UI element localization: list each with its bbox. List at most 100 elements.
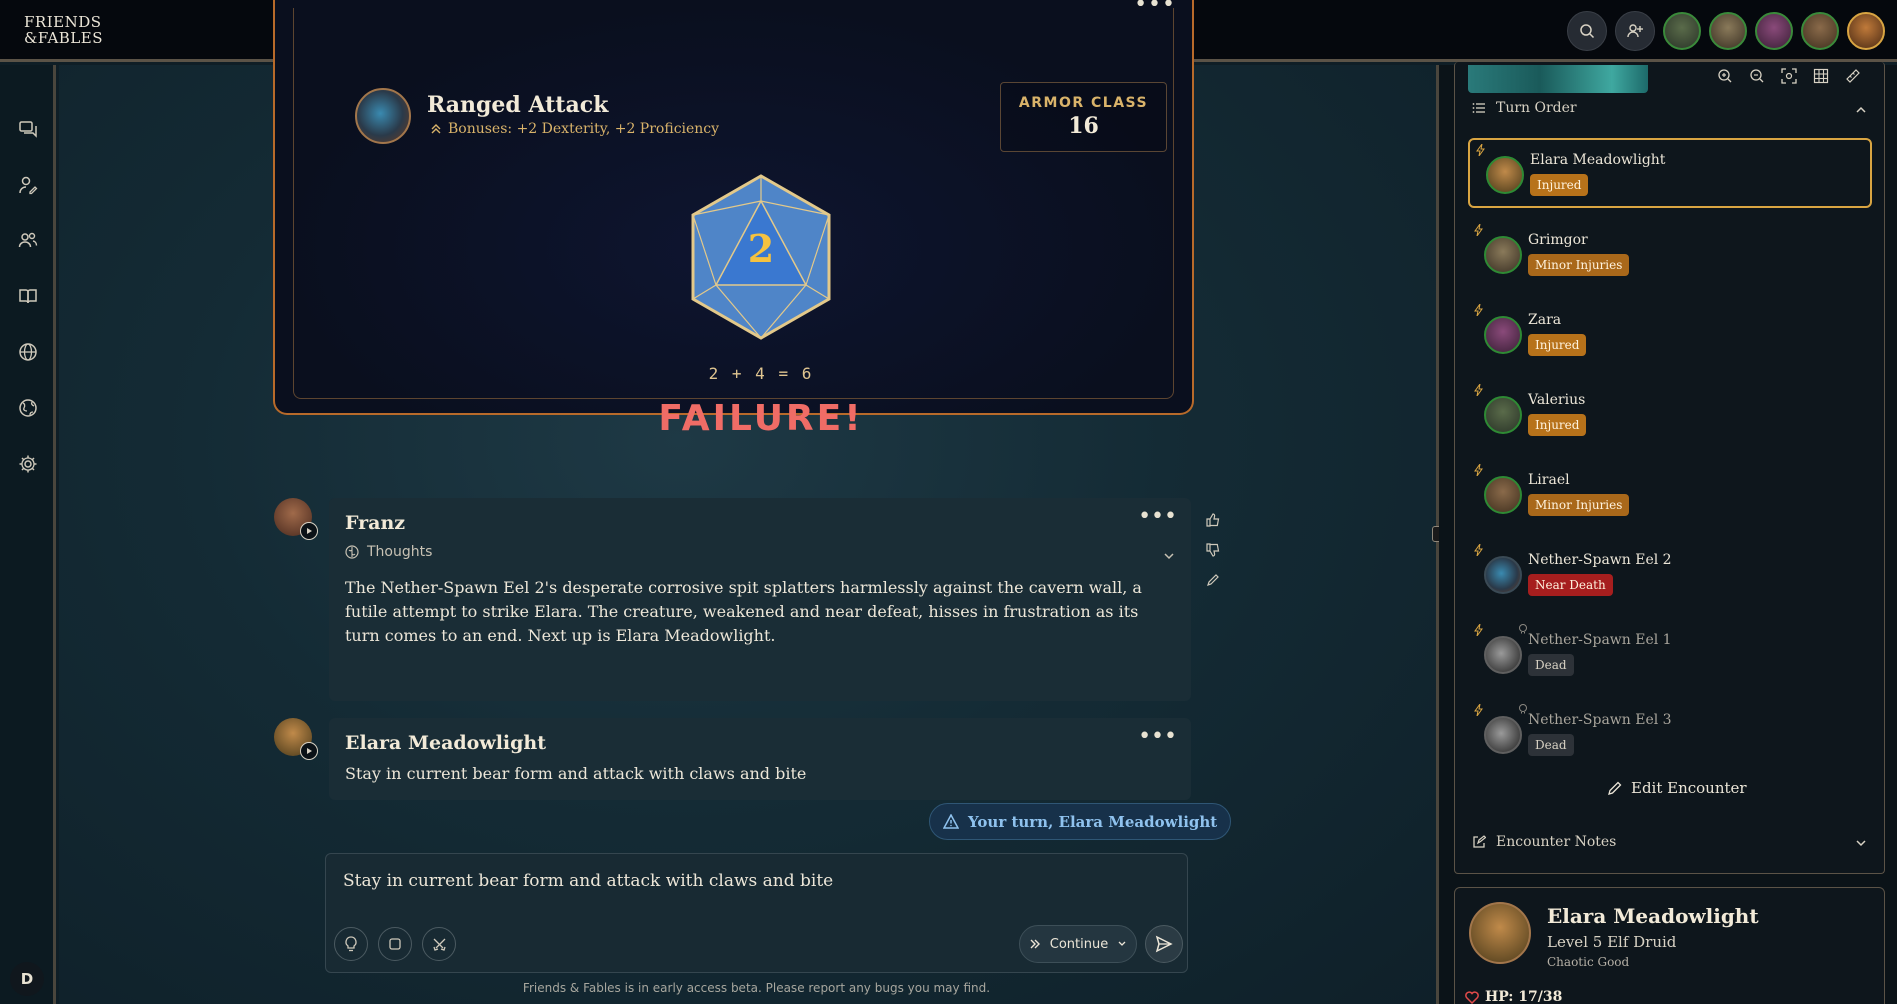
initiative-bolt-icon xyxy=(1476,144,1485,156)
book-icon[interactable] xyxy=(16,284,40,308)
combatant-name: Grimgor xyxy=(1528,232,1588,248)
combatant-avatar xyxy=(1484,236,1522,274)
combatant-name: Valerius xyxy=(1528,392,1586,408)
combatant-avatar xyxy=(1484,396,1522,434)
combatant-row[interactable]: Nether-Spawn Eel 2 Near Death xyxy=(1468,540,1872,610)
play-icon[interactable] xyxy=(300,742,318,760)
message-elara: Elara Meadowlight ••• Stay in current be… xyxy=(329,718,1191,800)
party-avatar[interactable] xyxy=(1663,12,1701,50)
party-avatar[interactable] xyxy=(1801,12,1839,50)
initiative-bolt-icon xyxy=(1474,464,1483,476)
status-badge: Injured xyxy=(1528,334,1587,356)
combatant-name: Nether-Spawn Eel 1 xyxy=(1528,632,1672,648)
globe-icon[interactable] xyxy=(16,340,40,364)
turn-order-header[interactable]: Turn Order xyxy=(1472,100,1577,116)
zoom-out-icon[interactable] xyxy=(1748,67,1766,85)
initiative-bolt-icon xyxy=(1474,624,1483,636)
combatant-row-dead[interactable]: Nether-Spawn Eel 3 Dead xyxy=(1468,700,1872,770)
combatant-row[interactable]: Grimgor Minor Injuries xyxy=(1468,220,1872,290)
gear-icon[interactable] xyxy=(16,452,40,476)
character-alignment: Chaotic Good xyxy=(1547,955,1630,969)
warning-icon xyxy=(943,814,959,829)
combatant-avatar xyxy=(1484,636,1522,674)
character-hp: HP: 17/38 xyxy=(1465,989,1562,1004)
combatant-row[interactable]: Zara Injured xyxy=(1468,300,1872,370)
ooc-button[interactable] xyxy=(378,927,412,961)
combatant-row[interactable]: Valerius Injured xyxy=(1468,380,1872,450)
message-text: The Nether-Spawn Eel 2's desperate corro… xyxy=(345,578,1142,645)
chevrons-right-icon xyxy=(1030,939,1040,949)
status-badge: Injured xyxy=(1530,174,1589,196)
combatant-row[interactable]: Lirael Minor Injuries xyxy=(1468,460,1872,530)
message-author: Elara Meadowlight xyxy=(345,732,547,754)
add-player-button[interactable] xyxy=(1615,11,1655,51)
composer-input[interactable]: Stay in current bear form and attack wit… xyxy=(343,871,833,891)
edit-note-icon xyxy=(1473,835,1486,848)
app-logo[interactable]: FRIENDS &FABLES xyxy=(24,14,104,46)
roll-bonuses-text: Bonuses: +2 Dexterity, +2 Proficiency xyxy=(448,121,720,137)
roll-bonuses: Bonuses: +2 Dexterity, +2 Proficiency xyxy=(430,121,719,137)
heart-icon xyxy=(1465,990,1479,1004)
turn-notice: Your turn, Elara Meadowlight xyxy=(929,803,1232,840)
roll-math: 2 + 4 = 6 xyxy=(708,364,814,383)
armor-class-label: ARMOR CLASS xyxy=(1018,95,1149,111)
roll-title: Ranged Attack xyxy=(427,92,609,118)
combatant-name: Nether-Spawn Eel 3 xyxy=(1528,712,1672,728)
character-avatar xyxy=(1469,902,1531,964)
pencil-icon[interactable] xyxy=(1203,565,1223,595)
combat-action-button[interactable] xyxy=(422,927,456,961)
send-button[interactable] xyxy=(1145,925,1183,963)
party-avatar[interactable] xyxy=(1709,12,1747,50)
lightbulb-icon xyxy=(345,936,357,952)
combatant-avatar xyxy=(1484,476,1522,514)
zoom-in-icon[interactable] xyxy=(1716,67,1734,85)
continue-label: Continue xyxy=(1049,936,1109,952)
users-icon[interactable] xyxy=(16,228,40,252)
franz-avatar[interactable] xyxy=(274,498,318,540)
play-icon[interactable] xyxy=(300,522,318,540)
combatant-row-active[interactable]: Elara Meadowlight Injured xyxy=(1468,138,1872,208)
brain-icon xyxy=(345,545,359,559)
character-hp-text: HP: 17/38 xyxy=(1485,989,1563,1004)
combatant-name: Elara Meadowlight xyxy=(1530,152,1666,168)
status-badge: Dead xyxy=(1528,654,1574,676)
edit-encounter-button[interactable]: Edit Encounter xyxy=(1607,779,1747,797)
grid-icon[interactable] xyxy=(1812,67,1830,85)
roll-card-menu-button[interactable]: ••• xyxy=(1134,0,1176,16)
chevron-up-icon[interactable] xyxy=(1855,104,1867,116)
elara-avatar[interactable] xyxy=(274,718,318,760)
ruler-icon[interactable] xyxy=(1844,67,1862,85)
swords-icon xyxy=(432,938,446,951)
chevrons-up-icon xyxy=(431,124,441,134)
status-badge: Minor Injuries xyxy=(1528,494,1630,516)
hint-button[interactable] xyxy=(334,927,368,961)
user-edit-icon[interactable] xyxy=(16,173,40,197)
combatant-row-dead[interactable]: Nether-Spawn Eel 1 Dead xyxy=(1468,620,1872,690)
user-menu-avatar[interactable]: D xyxy=(10,962,44,996)
turn-notice-text: Your turn, Elara Meadowlight xyxy=(968,812,1218,831)
pencil-icon xyxy=(1608,781,1622,795)
focus-icon[interactable] xyxy=(1780,67,1798,85)
message-menu-button[interactable]: ••• xyxy=(1138,506,1177,528)
continue-button[interactable]: Continue xyxy=(1019,925,1137,963)
character-card[interactable]: Elara Meadowlight Level 5 Elf Druid Chao… xyxy=(1454,887,1885,1004)
status-badge: Minor Injuries xyxy=(1528,254,1630,276)
party-avatar[interactable] xyxy=(1755,12,1793,50)
chat-icon[interactable] xyxy=(16,117,40,141)
chevron-down-icon[interactable] xyxy=(1855,837,1867,849)
chevron-down-icon xyxy=(1118,941,1126,946)
message-menu-button[interactable]: ••• xyxy=(1138,726,1177,748)
left-nav: D xyxy=(0,65,56,1004)
chevron-down-icon[interactable] xyxy=(1163,550,1175,562)
thumbs-up-icon[interactable] xyxy=(1203,505,1223,535)
encounter-notes-header[interactable]: Encounter Notes xyxy=(1472,834,1616,850)
search-icon xyxy=(1580,24,1595,39)
thumbs-down-icon[interactable] xyxy=(1203,535,1223,565)
attacker-avatar xyxy=(355,88,411,144)
thoughts-toggle[interactable]: Thoughts xyxy=(345,544,432,560)
party-avatar-active[interactable] xyxy=(1847,12,1885,50)
map-preview[interactable] xyxy=(1468,65,1648,93)
search-button[interactable] xyxy=(1567,11,1607,51)
message-composer[interactable]: Stay in current bear form and attack wit… xyxy=(325,853,1188,973)
world-icon[interactable] xyxy=(16,396,40,420)
